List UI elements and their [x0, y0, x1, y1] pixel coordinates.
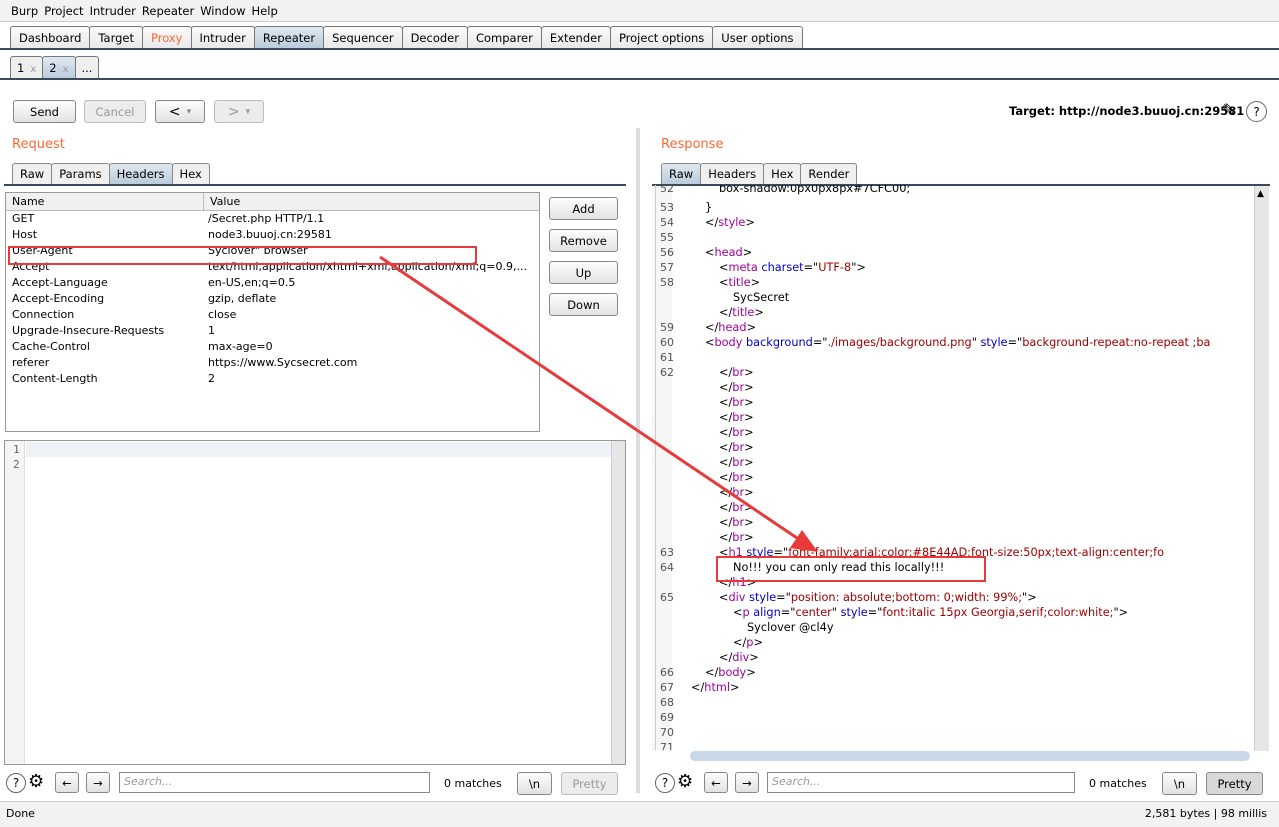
annotation-arrow [379, 255, 818, 552]
response-stats: 2,581 bytes | 98 millis [1144, 807, 1267, 820]
status-text: Done [6, 807, 35, 820]
status-bar: Done 2,581 bytes | 98 millis [0, 801, 1279, 827]
